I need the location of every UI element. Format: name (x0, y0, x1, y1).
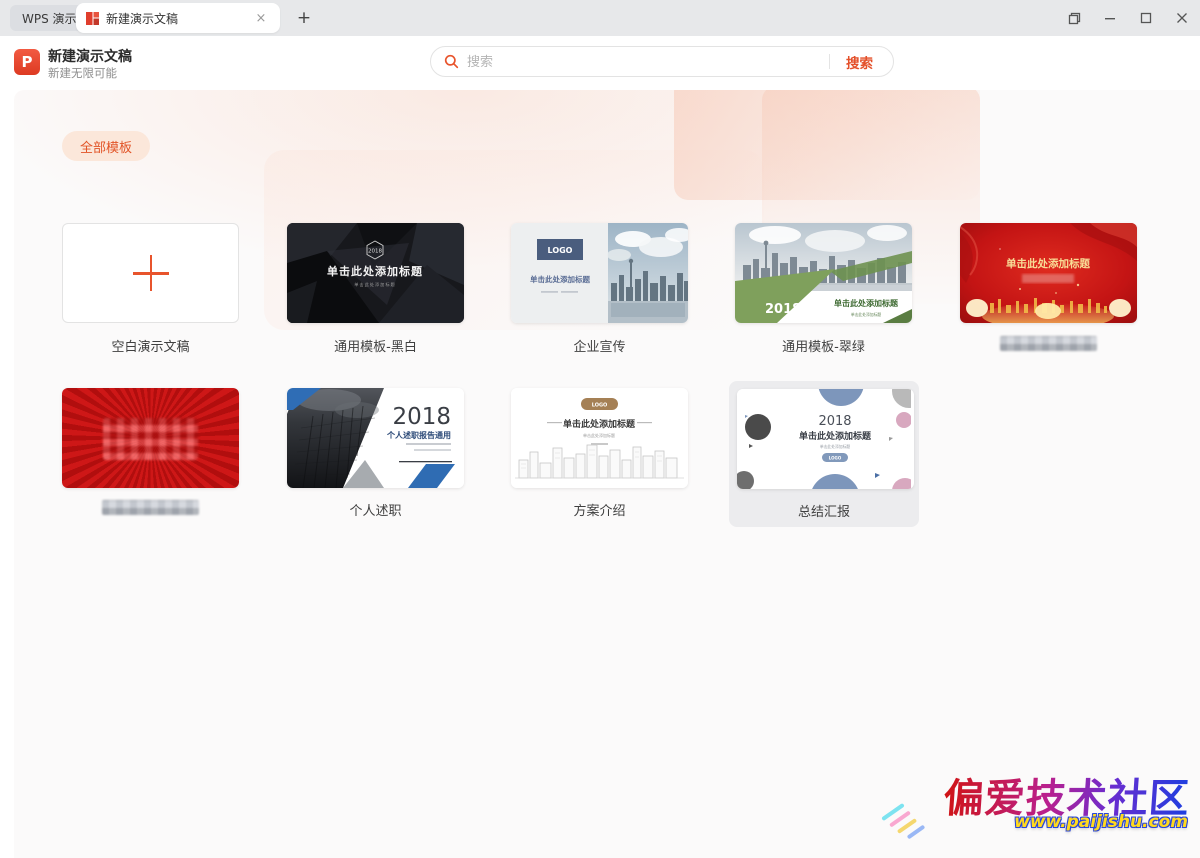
tab-title: 新建演示文稿 (106, 10, 252, 27)
template-card-personal-report[interactable]: 2018 个人述职报告通用 (287, 388, 464, 488)
templates-panel: 全部模板 空白演示文稿 2018 单击此处添加标题 单击此处添加标题 (14, 90, 1200, 858)
template-label[interactable]: 个人述职 (287, 500, 464, 519)
svg-text:2018: 2018 (368, 249, 382, 255)
template-label[interactable]: 通用模板-黑白 (287, 336, 464, 355)
svg-text:单击此处添加标题: 单击此处添加标题 (799, 430, 872, 442)
censored-template-label[interactable] (1000, 336, 1097, 351)
svg-text:LOGO: LOGO (829, 455, 842, 460)
template-card-plan-intro[interactable]: LOGO 单击此处添加标题 单击此处添加标题 (511, 388, 688, 488)
template-label[interactable]: 总结汇报 (736, 501, 912, 520)
watermark-dash (881, 803, 905, 821)
template-thumbnail: 2018 单击此处添加标题 单击此处添加标题 (735, 223, 912, 323)
tab-bar: WPS 演示 新建演示文稿 × + (0, 0, 1200, 36)
template-thumbnail: 2018 单击此处添加标题 单击此处添加标题 (287, 223, 464, 323)
page-subtitle: 新建无限可能 (48, 65, 117, 81)
svg-text:单击此处添加标题: 单击此处添加标题 (583, 432, 615, 438)
search-button[interactable]: 搜索 (830, 52, 889, 72)
svg-text:2018: 2018 (818, 414, 851, 429)
template-card-summary-selected[interactable]: 2018 单击此处添加标题 单击此处添加标题 LOGO 总结汇报 (729, 381, 919, 527)
template-thumbnail: 2018 个人述职报告通用 (287, 388, 464, 488)
search-icon (444, 54, 459, 69)
template-label[interactable]: 空白演示文稿 (62, 336, 239, 355)
watermark-dash (907, 825, 926, 840)
svg-text:LOGO: LOGO (548, 246, 573, 255)
background-decoration (674, 90, 980, 200)
watermark-dash (889, 810, 911, 827)
svg-text:单击此处添加标题: 单击此处添加标题 (530, 274, 590, 284)
template-thumbnail: 单击此处添加标题 (960, 223, 1137, 323)
template-label[interactable]: 企业宣传 (511, 336, 688, 355)
watermark-url: www.paijishu.com (1014, 812, 1188, 832)
svg-text:2018: 2018 (765, 302, 801, 317)
template-card-red-burst[interactable] (62, 388, 239, 488)
template-label[interactable]: 通用模板-翠绿 (735, 336, 912, 355)
censored-template-label[interactable] (102, 500, 199, 515)
site-watermark: 偏爱技术社区 www.paijishu.com (862, 766, 1192, 846)
template-thumbnail (62, 388, 239, 488)
template-card-summary[interactable]: 2018 单击此处添加标题 单击此处添加标题 LOGO (737, 389, 914, 489)
svg-text:单击此处添加标题: 单击此处添加标题 (851, 312, 882, 317)
svg-text:LOGO: LOGO (592, 403, 608, 409)
minimize-icon[interactable] (1092, 0, 1128, 36)
censored-thumbnail-text (103, 418, 198, 460)
template-thumbnail: 2018 单击此处添加标题 单击此处添加标题 LOGO (737, 389, 911, 489)
template-card-blank[interactable] (62, 223, 239, 323)
new-tab-button[interactable]: + (292, 6, 316, 30)
template-card-green[interactable]: 2018 单击此处添加标题 单击此处添加标题 (735, 223, 912, 323)
svg-text:2018: 2018 (392, 404, 451, 430)
svg-text:单击此处添加标题: 单击此处添加标题 (834, 298, 899, 308)
svg-text:单击此处添加标题: 单击此处添加标题 (820, 444, 851, 449)
template-thumbnail: LOGO 单击此处添加标题 单击此处添加标题 (511, 388, 688, 488)
presentation-app-icon: P (14, 49, 40, 75)
svg-text:单击此处添加标题: 单击此处添加标题 (1006, 257, 1090, 270)
close-icon[interactable] (1164, 0, 1200, 36)
wps-document-icon (86, 12, 99, 25)
search-box[interactable]: 搜索 (430, 46, 894, 77)
page-title: 新建演示文稿 (48, 46, 132, 66)
svg-text:单击此处添加标题: 单击此处添加标题 (563, 418, 636, 430)
page-header: P 新建演示文稿 新建无限可能 搜索 (0, 36, 1200, 90)
watermark-dash (897, 818, 917, 834)
template-label[interactable]: 方案介绍 (511, 500, 688, 519)
template-card-black-white[interactable]: 2018 单击此处添加标题 单击此处添加标题 (287, 223, 464, 323)
all-templates-filter[interactable]: 全部模板 (62, 131, 150, 161)
plus-icon (133, 255, 169, 291)
template-card-corporate[interactable]: LOGO 单击此处添加标题 (511, 223, 688, 323)
svg-text:个人述职报告通用: 个人述职报告通用 (386, 430, 451, 440)
maximize-icon[interactable] (1128, 0, 1164, 36)
template-thumbnail: LOGO 单击此处添加标题 (511, 223, 688, 323)
search-input[interactable] (467, 54, 829, 69)
svg-text:单击此处添加标题: 单击此处添加标题 (354, 281, 396, 288)
windows-stack-icon[interactable] (1056, 0, 1092, 36)
tab-new-presentation[interactable]: 新建演示文稿 × (76, 3, 280, 33)
watermark-text: 偏爱技术社区 (942, 766, 1192, 824)
wps-new-presentation-window: WPS 演示 新建演示文稿 × + (0, 0, 1200, 858)
window-controls (1056, 0, 1200, 36)
svg-text:单击此处添加标题: 单击此处添加标题 (327, 264, 423, 278)
wps-home-label: WPS 演示 (22, 10, 77, 27)
template-card-red-festive[interactable]: 单击此处添加标题 (960, 223, 1137, 323)
tab-close-icon[interactable]: × (252, 11, 270, 26)
